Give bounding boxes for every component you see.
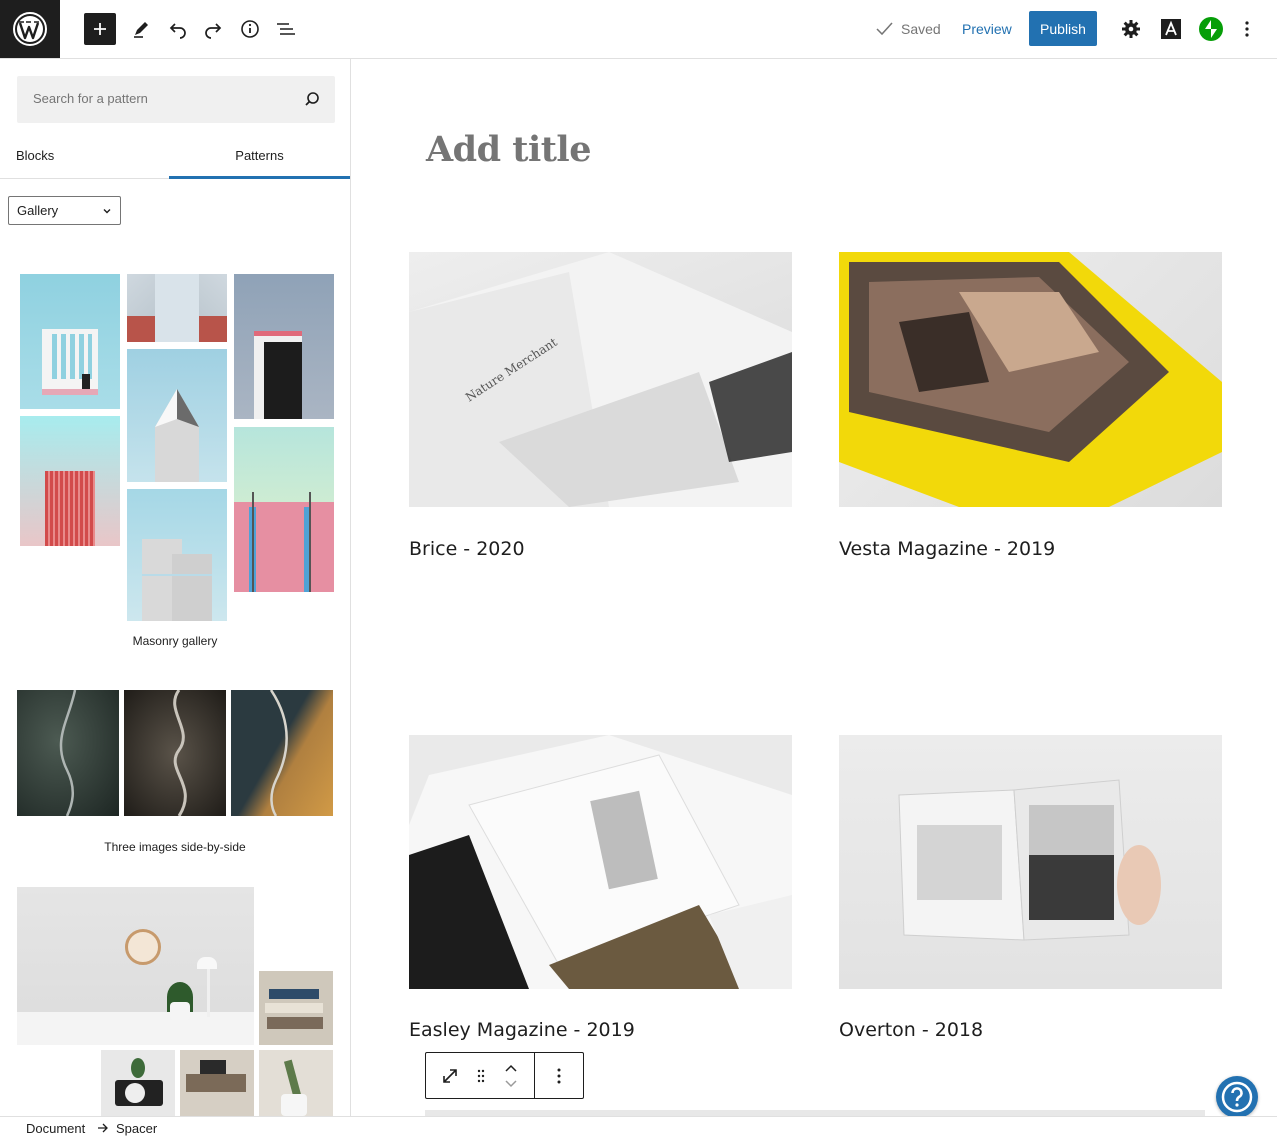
chevron-down-icon xyxy=(103,209,111,214)
block-breadcrumb: Document Spacer xyxy=(0,1116,1277,1139)
plus-icon xyxy=(94,23,106,35)
pattern-category-select[interactable]: Gallery xyxy=(8,196,121,225)
pattern-thumbnail xyxy=(17,887,254,1045)
font-button[interactable] xyxy=(1156,14,1186,44)
editor-app: Saved Preview Publish Search for a patte… xyxy=(0,0,1277,1139)
check-icon xyxy=(876,22,893,36)
pattern-thumbnail xyxy=(259,1050,333,1116)
pattern-label: Masonry gallery xyxy=(132,634,218,648)
post-title-input[interactable]: Add title xyxy=(426,129,591,170)
gallery-caption[interactable]: Overton - 2018 xyxy=(839,1019,983,1041)
more-vertical-icon xyxy=(557,1068,561,1083)
pencil-icon xyxy=(134,22,148,38)
chevron-down-icon[interactable] xyxy=(504,1078,518,1088)
active-tab-indicator xyxy=(169,176,350,179)
pattern-thumbnail xyxy=(101,1050,175,1116)
jetpack-icon xyxy=(1199,17,1223,41)
block-options-button[interactable] xyxy=(535,1053,583,1098)
gear-icon xyxy=(1122,20,1140,38)
redo-button[interactable] xyxy=(196,12,230,46)
gallery-caption[interactable]: Brice - 2020 xyxy=(409,538,525,560)
settings-button[interactable] xyxy=(1116,14,1146,44)
undo-button[interactable] xyxy=(161,12,195,46)
pattern-thumbnail xyxy=(234,274,334,419)
gallery-image[interactable] xyxy=(839,252,1222,507)
pattern-thumbnail xyxy=(259,971,333,1045)
options-button[interactable] xyxy=(1232,14,1262,44)
drag-handle[interactable] xyxy=(474,1053,488,1098)
font-a-icon xyxy=(1161,19,1181,39)
redo-icon xyxy=(205,23,222,39)
inserter-tabs: Blocks Patterns xyxy=(0,137,350,179)
drag-dots-icon xyxy=(477,1069,485,1082)
breadcrumb-document[interactable]: Document xyxy=(26,1121,85,1136)
help-question-icon xyxy=(1221,1081,1253,1113)
inserter-sidebar: Search for a pattern Blocks Patterns Gal… xyxy=(0,59,351,1116)
list-view-button[interactable] xyxy=(269,12,303,46)
gallery-image[interactable] xyxy=(839,735,1222,989)
preview-button[interactable]: Preview xyxy=(952,18,1022,40)
pattern-thumbnail xyxy=(180,1050,254,1116)
arrow-right-icon xyxy=(98,1123,108,1133)
more-vertical-icon xyxy=(1245,21,1249,37)
saved-label: Saved xyxy=(901,21,941,37)
tools-button[interactable] xyxy=(124,12,158,46)
pattern-thumbnail xyxy=(124,690,226,816)
add-block-button[interactable] xyxy=(84,13,116,45)
chevron-up-icon[interactable] xyxy=(504,1064,518,1074)
pattern-thumbnail xyxy=(17,690,119,816)
pattern-thumbnail xyxy=(127,274,227,342)
saved-status: Saved xyxy=(876,18,941,40)
pattern-thumbnail xyxy=(20,416,120,546)
gallery-image[interactable]: Nature Merchant xyxy=(409,252,792,507)
transform-block-button[interactable] xyxy=(426,1053,474,1098)
info-icon xyxy=(241,20,259,38)
pattern-thumbnail xyxy=(234,427,334,592)
search-input[interactable]: Search for a pattern xyxy=(33,91,148,106)
tab-patterns[interactable]: Patterns xyxy=(169,137,350,179)
search-icon xyxy=(305,92,319,106)
wordpress-logo-icon[interactable] xyxy=(0,0,60,58)
move-block-controls xyxy=(488,1053,534,1098)
jetpack-button[interactable] xyxy=(1196,14,1226,44)
pattern-thumbnail xyxy=(127,489,227,621)
pattern-thumbnail xyxy=(127,349,227,482)
pattern-thumbnail xyxy=(231,690,333,816)
pattern-thumbnail xyxy=(20,274,120,409)
editor-canvas: Add title Nature Merchant Brice - 2020 V… xyxy=(351,59,1277,1116)
undo-icon xyxy=(169,23,186,39)
top-toolbar: Saved Preview Publish xyxy=(0,0,1277,59)
help-button[interactable] xyxy=(1216,1076,1258,1118)
pattern-label: Three images side-by-side xyxy=(104,840,246,854)
details-button[interactable] xyxy=(233,12,267,46)
resize-arrows-icon xyxy=(443,1068,457,1083)
tab-blocks[interactable]: Blocks xyxy=(16,137,54,179)
publish-button[interactable]: Publish xyxy=(1029,11,1097,46)
block-toolbar xyxy=(425,1052,584,1099)
breadcrumb-spacer[interactable]: Spacer xyxy=(116,1121,157,1136)
gallery-caption[interactable]: Vesta Magazine - 2019 xyxy=(839,538,1055,560)
pattern-search[interactable]: Search for a pattern xyxy=(17,76,335,123)
gallery-caption[interactable]: Easley Magazine - 2019 xyxy=(409,1019,635,1041)
list-view-icon xyxy=(277,23,295,35)
category-value: Gallery xyxy=(17,203,59,218)
gallery-image[interactable] xyxy=(409,735,792,989)
